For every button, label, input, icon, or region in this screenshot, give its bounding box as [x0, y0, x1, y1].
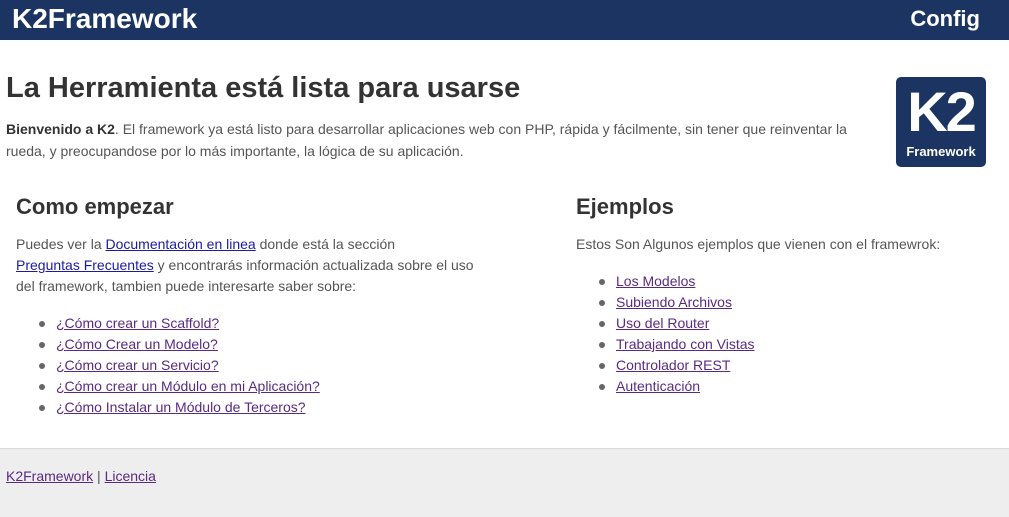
- list-item: Autenticación: [576, 376, 755, 397]
- list-item: ¿Cómo crear un Módulo en mi Aplicación?: [16, 376, 320, 397]
- examples-intro: Estos Son Algunos ejemplos que vienen co…: [576, 236, 941, 252]
- getting-started-section: Como empezar Puedes ver la Documentación…: [16, 190, 486, 415]
- examples-list: Los Modelos Subiendo Archivos Uso del Ro…: [576, 271, 755, 397]
- howto-link-service[interactable]: ¿Cómo crear un Servicio?: [56, 357, 219, 373]
- text-part: donde está la sección: [255, 236, 396, 252]
- footer: K2Framework | Licencia: [0, 448, 1009, 517]
- example-link-models[interactable]: Los Modelos: [616, 273, 695, 289]
- list-item: Trabajando con Vistas: [576, 334, 755, 355]
- intro-paragraph: Bienvenido a K2. El framework ya está li…: [6, 118, 886, 162]
- footer-links: K2Framework | Licencia: [6, 467, 156, 485]
- page-title: La Herramienta está lista para usarse: [6, 72, 521, 104]
- config-link[interactable]: Config: [910, 4, 980, 34]
- howto-link-install-module[interactable]: ¿Cómo Instalar un Módulo de Terceros?: [56, 399, 306, 415]
- footer-brand-link[interactable]: K2Framework: [6, 468, 93, 484]
- list-item: Uso del Router: [576, 313, 755, 334]
- footer-separator: |: [97, 468, 101, 484]
- list-item: ¿Cómo Instalar un Módulo de Terceros?: [16, 397, 320, 418]
- example-link-rest[interactable]: Controlador REST: [616, 357, 730, 373]
- list-item: ¿Cómo Crear un Modelo?: [16, 334, 320, 355]
- intro-text: . El framework ya está listo para desarr…: [6, 121, 847, 159]
- brand-link[interactable]: K2Framework: [12, 2, 197, 36]
- howto-list: ¿Cómo crear un Scaffold? ¿Cómo Crear un …: [16, 313, 320, 418]
- example-link-router[interactable]: Uso del Router: [616, 315, 709, 331]
- faq-link[interactable]: Preguntas Frecuentes: [16, 257, 154, 273]
- example-link-views[interactable]: Trabajando con Vistas: [616, 336, 755, 352]
- logo-sub-text: Framework: [906, 144, 976, 159]
- howto-link-model[interactable]: ¿Cómo Crear un Modelo?: [56, 336, 218, 352]
- getting-started-title: Como empezar: [16, 194, 174, 219]
- top-navbar: K2Framework Config: [0, 0, 1009, 40]
- example-link-uploads[interactable]: Subiendo Archivos: [616, 294, 732, 310]
- logo-main-text: K2: [907, 80, 977, 143]
- examples-title: Ejemplos: [576, 194, 674, 219]
- docs-link[interactable]: Documentación en linea: [106, 236, 256, 252]
- k2-logo: K2 Framework: [896, 77, 986, 167]
- license-link[interactable]: Licencia: [105, 468, 156, 484]
- intro-bold: Bienvenido a K2: [6, 121, 115, 137]
- example-link-auth[interactable]: Autenticación: [616, 378, 700, 394]
- list-item: Los Modelos: [576, 271, 755, 292]
- list-item: Subiendo Archivos: [576, 292, 755, 313]
- list-item: Controlador REST: [576, 355, 755, 376]
- howto-link-module[interactable]: ¿Cómo crear un Módulo en mi Aplicación?: [56, 378, 320, 394]
- text-part: Puedes ver la: [16, 236, 106, 252]
- getting-started-text: Puedes ver la Documentación en linea don…: [16, 234, 486, 297]
- list-item: ¿Cómo crear un Servicio?: [16, 355, 320, 376]
- howto-link-scaffold[interactable]: ¿Cómo crear un Scaffold?: [56, 315, 219, 331]
- list-item: ¿Cómo crear un Scaffold?: [16, 313, 320, 334]
- examples-section: Ejemplos Estos Son Algunos ejemplos que …: [576, 190, 996, 394]
